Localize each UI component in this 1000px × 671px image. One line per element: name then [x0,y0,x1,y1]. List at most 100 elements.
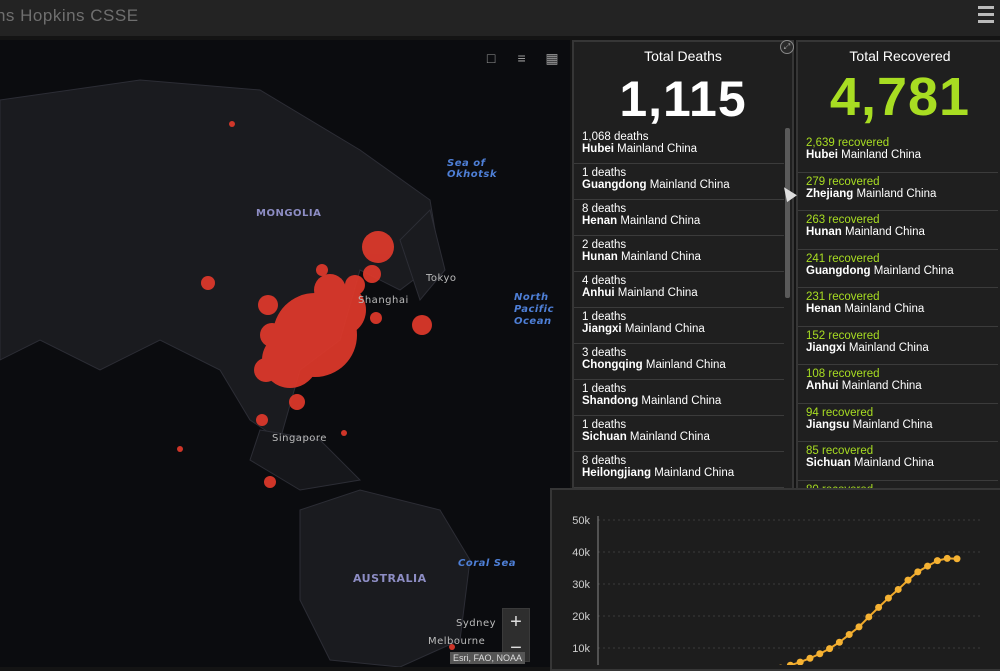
country-name: Mainland China [651,467,734,479]
label-coral-sea: Coral Sea [458,558,516,569]
location: Zhejiang Mainland China [806,188,992,200]
recovered-list-item[interactable]: 263 recoveredHunan Mainland China [798,211,998,250]
deaths-list-item[interactable]: 8 deathsHeilongjiang Mainland China [574,452,784,488]
country-name: Mainland China [849,419,932,431]
location: Hunan Mainland China [582,251,778,263]
recovered-list-item[interactable]: 241 recoveredGuangdong Mainland China [798,250,998,289]
label-tokyo: Tokyo [426,273,457,284]
province-name: Hubei [582,143,614,155]
location: Henan Mainland China [582,215,778,227]
province-name: Zhejiang [806,188,853,200]
series-line [712,558,957,665]
province-name: Henan [806,303,841,315]
bookmark-icon[interactable]: □ [481,48,501,68]
label-singapore: Singapore [272,433,327,444]
recovered-count: 279 recovered [806,176,992,188]
data-point[interactable] [934,557,941,564]
recovered-list-item[interactable]: 85 recoveredSichuan Mainland China [798,442,998,481]
province-name: Hubei [806,149,838,161]
data-point[interactable] [944,555,951,562]
total-deaths-panel: Total Deaths 1,115 1,068 deathsHubei Mai… [572,40,794,500]
country-name: Mainland China [853,188,936,200]
deaths-list[interactable]: 1,068 deathsHubei Mainland China1 deaths… [574,128,784,498]
deaths-count: 3 deaths [582,347,778,359]
recovered-count: 263 recovered [806,214,992,226]
location: Hubei Mainland China [806,149,992,161]
country-name: Mainland China [614,143,697,155]
country-name: Mainland China [638,395,721,407]
recovered-list-item[interactable]: 231 recoveredHenan Mainland China [798,288,998,327]
location: Shandong Mainland China [582,395,778,407]
province-name: Anhui [806,380,839,392]
country-name: Mainland China [643,359,726,371]
location: Jiangxi Mainland China [582,323,778,335]
data-point[interactable] [895,586,902,593]
location: Chongqing Mainland China [582,359,778,371]
province-name: Guangdong [806,265,871,277]
recovered-list-item[interactable]: 94 recoveredJiangsu Mainland China [798,404,998,443]
data-point[interactable] [846,631,853,638]
deaths-list-item[interactable]: 4 deathsAnhui Mainland China [574,272,784,308]
deaths-list-item[interactable]: 1 deathsGuangdong Mainland China [574,164,784,200]
expand-icon[interactable]: ⤢ [780,40,794,54]
deaths-count: 1 deaths [582,383,778,395]
deaths-list-item[interactable]: 8 deathsHenan Mainland China [574,200,784,236]
province-name: Hunan [806,226,842,238]
deaths-count: 4 deaths [582,275,778,287]
data-point[interactable] [905,577,912,584]
location: Sichuan Mainland China [806,457,992,469]
recovered-list[interactable]: 2,639 recoveredHubei Mainland China279 r… [798,134,998,512]
data-point[interactable] [787,662,794,665]
data-point[interactable] [875,604,882,611]
data-point[interactable] [826,645,833,652]
data-point[interactable] [807,655,814,662]
country-name: Mainland China [846,342,929,354]
recovered-list-item[interactable]: 108 recoveredAnhui Mainland China [798,365,998,404]
deaths-list-item[interactable]: 1 deathsShandong Mainland China [574,380,784,416]
app-title: hns Hopkins CSSE [0,6,139,26]
recovered-list-item[interactable]: 2,639 recoveredHubei Mainland China [798,134,998,173]
y-tick-label: 10k [572,643,590,655]
data-point[interactable] [797,659,804,665]
deaths-list-item[interactable]: 2 deathsHunan Mainland China [574,236,784,272]
deaths-scrollbar[interactable] [785,128,790,298]
label-north-pacific: North Pacific Ocean [514,292,558,328]
deaths-list-item[interactable]: 1 deathsSichuan Mainland China [574,416,784,452]
country-name: Mainland China [839,380,922,392]
data-point[interactable] [836,639,843,646]
grid-icon[interactable]: ▦ [542,48,562,68]
list-icon[interactable]: ≡ [512,48,532,68]
data-point[interactable] [885,595,892,602]
world-map[interactable]: □ ≡ ▦ Sea of Okhotsk North Pacific Ocean… [0,40,570,667]
location: Guangdong Mainland China [806,265,992,277]
country-name: Mainland China [841,303,924,315]
y-tick-label: 50k [572,515,590,527]
label-sydney: Sydney [456,618,496,629]
location: Jiangxi Mainland China [806,342,992,354]
zoom-in-button[interactable]: + [503,609,529,635]
data-point[interactable] [865,613,872,620]
deaths-list-item[interactable]: 1,068 deathsHubei Mainland China [574,128,784,164]
data-point[interactable] [816,650,823,657]
deaths-list-item[interactable]: 3 deathsChongqing Mainland China [574,344,784,380]
province-name: Shandong [582,395,638,407]
data-point[interactable] [856,623,863,630]
cases-chart-panel: 0k10k20k30k40k50k [550,488,1000,671]
data-point[interactable] [954,555,961,562]
province-name: Chongqing [582,359,643,371]
data-point[interactable] [924,563,931,570]
map-attribution[interactable]: Esri, FAO, NOAA [450,652,525,664]
recovered-list-item[interactable]: 152 recoveredJiangxi Mainland China [798,327,998,366]
province-name: Hunan [582,251,618,263]
label-melbourne: Melbourne [428,636,485,647]
total-deaths-value: 1,115 [574,70,792,128]
hamburger-menu-icon[interactable] [978,6,994,24]
data-point[interactable] [914,568,921,575]
province-name: Anhui [582,287,615,299]
recovered-count: 231 recovered [806,291,992,303]
location: Guangdong Mainland China [582,179,778,191]
y-tick-label: 40k [572,547,590,559]
recovered-list-item[interactable]: 279 recoveredZhejiang Mainland China [798,173,998,212]
recovered-count: 108 recovered [806,368,992,380]
deaths-list-item[interactable]: 1 deathsJiangxi Mainland China [574,308,784,344]
